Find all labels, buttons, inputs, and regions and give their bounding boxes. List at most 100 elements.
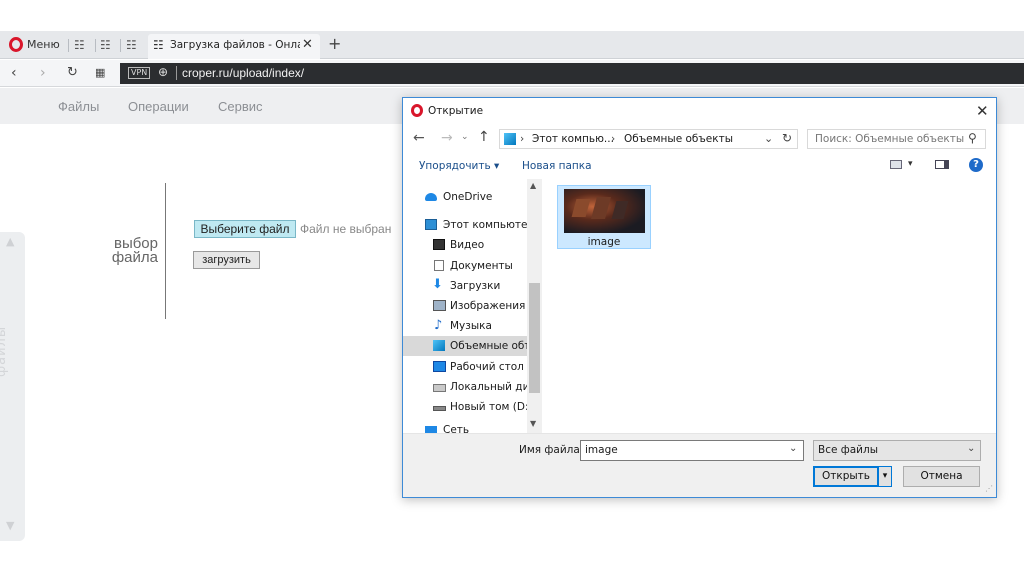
dialog-search-box[interactable]: Поиск: Объемные объекты ⚲ (807, 129, 986, 149)
panel-down-icon[interactable]: ▼ (6, 519, 14, 532)
no-file-text: Файл не выбран (300, 222, 392, 236)
cancel-button[interactable]: Отмена (903, 466, 980, 487)
tab-favicon-icon[interactable]: ☷ (74, 38, 85, 52)
url-text[interactable]: croper.ru/upload/index/ (182, 66, 304, 80)
nav-item-music[interactable]: ♪ Музыка (403, 316, 527, 336)
3d-objects-icon (433, 340, 445, 351)
nav-item-onedrive[interactable]: OneDrive (403, 187, 527, 207)
nav-item-network[interactable]: Сеть (403, 421, 527, 433)
organize-button[interactable]: Упорядочить ▾ (419, 160, 499, 172)
menu-item-operations[interactable]: Операции (128, 99, 189, 114)
nav-item-images[interactable]: Изображения (403, 296, 527, 316)
images-icon (433, 300, 446, 311)
network-icon (425, 426, 437, 433)
dialog-refresh-icon[interactable]: ↻ (782, 131, 792, 145)
drive-icon (433, 406, 446, 411)
recent-locations-icon[interactable]: ⌄ (461, 132, 469, 142)
open-button[interactable]: Открыть (813, 466, 879, 487)
files-side-panel[interactable]: ▲ файлы ▼ (0, 232, 25, 541)
documents-icon (434, 260, 444, 271)
filetype-select[interactable]: Все файлы ⌄ (813, 440, 981, 461)
active-tab[interactable]: ☷ Загрузка файлов - Онлай ✕ (148, 34, 320, 59)
nav-label: Документы (450, 260, 513, 272)
help-icon[interactable]: ? (969, 158, 983, 172)
view-mode-icon[interactable] (890, 160, 902, 169)
tab-favicon-icon[interactable]: ☷ (126, 38, 137, 52)
scrollbar-thumb[interactable] (529, 283, 540, 393)
nav-item-local-disk[interactable]: Локальный диск (403, 377, 527, 397)
nav-label: Сеть (443, 424, 470, 433)
active-tab-title: Загрузка файлов - Онлай (170, 39, 300, 51)
open-dropdown-icon[interactable]: ▾ (878, 466, 892, 487)
new-folder-button[interactable]: Новая папка (522, 160, 592, 172)
speed-dial-icon[interactable]: ▦ (95, 64, 105, 82)
nav-item-downloads[interactable]: ⬇ Загрузки (403, 276, 527, 296)
open-file-dialog: Открытие ✕ ← → ⌄ ↑ › Этот компью... › Об… (402, 97, 997, 498)
dialog-title: Открытие (428, 105, 484, 117)
resize-grip-icon[interactable]: ⋰ (985, 484, 993, 493)
filetype-value: Все файлы (818, 444, 879, 456)
tab-favicon-icon[interactable]: ☷ (100, 38, 111, 52)
breadcrumb-computer[interactable]: Этот компью... (532, 133, 614, 145)
nav-label: Этот компьютер (443, 219, 527, 231)
nav-item-video[interactable]: Видео (403, 235, 527, 255)
3d-objects-icon (504, 133, 516, 145)
music-icon: ♪ (434, 318, 443, 333)
reload-icon[interactable]: ↻ (67, 64, 78, 82)
new-tab-icon[interactable]: + (328, 34, 341, 53)
opera-logo-icon (411, 104, 423, 117)
panel-up-icon[interactable]: ▲ (6, 235, 14, 248)
dialog-path-bar[interactable]: › Этот компью... › Объемные объекты ⌄ ↻ (499, 129, 798, 149)
image-thumbnail (564, 189, 645, 233)
scroll-down-icon[interactable]: ▼ (530, 419, 536, 428)
computer-icon (425, 219, 437, 230)
filename-dropdown-icon[interactable]: ⌄ (789, 443, 797, 454)
dialog-files-pane: image (543, 179, 996, 433)
search-icon[interactable]: ⚲ (968, 131, 977, 145)
download-icon: ⬇ (432, 277, 443, 292)
menu-item-service[interactable]: Сервис (218, 99, 263, 114)
nav-item-desktop[interactable]: Рабочий стол (403, 357, 527, 377)
browser-menu-label[interactable]: Меню (27, 38, 60, 51)
nav-item-new-volume[interactable]: Новый том (D:) (403, 397, 527, 417)
browser-tab-strip: Меню ☷ ☷ ☷ ☷ Загрузка файлов - Онлай ✕ + (0, 31, 1024, 59)
video-icon (433, 239, 445, 250)
filename-input[interactable]: image ⌄ (580, 440, 804, 461)
vpn-badge[interactable]: VPN (128, 67, 151, 79)
filetype-dropdown-icon[interactable]: ⌄ (967, 443, 975, 454)
opera-logo-icon[interactable] (9, 37, 23, 52)
nav-label: Локальный диск (450, 381, 527, 393)
tab-separator (95, 39, 96, 52)
scroll-up-icon[interactable]: ▲ (530, 181, 536, 190)
nav-label: Новый том (D:) (450, 401, 527, 413)
back-icon[interactable]: ‹ (11, 64, 17, 82)
nav-label: Объемные объекты (450, 340, 527, 352)
nav-item-this-pc[interactable]: Этот компьютер (403, 215, 527, 235)
forward-icon[interactable]: › (40, 64, 46, 82)
menu-item-files[interactable]: Файлы (58, 99, 99, 114)
nav-label: OneDrive (443, 191, 493, 203)
preview-pane-icon[interactable] (935, 160, 949, 169)
nav-label: Видео (450, 239, 485, 251)
choose-file-button[interactable]: Выберите файл (194, 220, 296, 238)
breadcrumb-3d-objects[interactable]: Объемные объекты (624, 133, 733, 145)
nav-item-3d-objects[interactable]: Объемные объекты (403, 336, 527, 356)
dialog-forward-icon[interactable]: → (441, 130, 453, 146)
close-tab-icon[interactable]: ✕ (302, 37, 313, 52)
path-dropdown-icon[interactable]: ⌄ (764, 132, 773, 145)
view-dropdown-icon[interactable]: ▾ (908, 159, 913, 169)
tab-separator (120, 39, 121, 52)
file-item-label: image (587, 236, 621, 248)
file-item-image[interactable]: image (557, 185, 651, 249)
dialog-close-icon[interactable]: ✕ (976, 102, 989, 120)
upload-button[interactable]: загрузить (193, 251, 260, 269)
site-favicon-icon: ☷ (153, 38, 164, 52)
url-box[interactable]: VPN ⊕ croper.ru/upload/index/ (120, 63, 1024, 84)
file-choice-label-2: файла (111, 249, 158, 266)
dialog-up-icon[interactable]: ↑ (478, 129, 490, 145)
nav-label: Изображения (450, 300, 526, 312)
dialog-back-icon[interactable]: ← (413, 130, 425, 146)
nav-label: Музыка (450, 320, 492, 332)
thumbnail-card-shape (611, 201, 629, 219)
nav-item-documents[interactable]: Документы (403, 256, 527, 276)
